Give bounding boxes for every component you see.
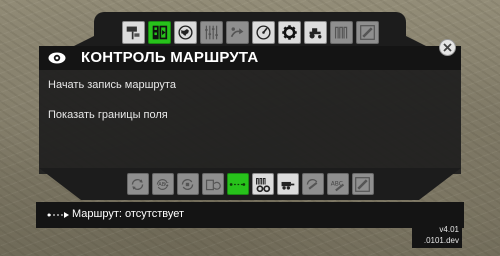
tractor-icon[interactable] (303, 20, 327, 44)
trailer-icon[interactable] (276, 173, 299, 195)
gear-icon[interactable] (277, 20, 301, 44)
abc-cycle-icon[interactable]: ABC (151, 173, 174, 195)
route-control-panel: КОНТРОЛЬ МАРШРУТА Начать запись маршрута… (39, 39, 461, 174)
settings-swath-icon[interactable] (251, 173, 274, 195)
field-edit-icon[interactable] (301, 173, 324, 195)
version-line-1: v4.01 (439, 225, 459, 234)
edit-icon[interactable] (355, 20, 379, 44)
page-title: КОНТРОЛЬ МАРШРУТА (81, 49, 259, 66)
version-line-2: .0101.dev (423, 236, 459, 245)
globe-icon[interactable] (173, 20, 197, 44)
title-bar: КОНТРОЛЬ МАРШРУТА (39, 46, 461, 70)
sliders-icon[interactable] (199, 20, 223, 44)
route-line-icon[interactable] (226, 173, 249, 195)
route-arrows-icon[interactable] (225, 20, 249, 44)
close-icon (443, 43, 452, 52)
start-route-recording-item[interactable]: Начать запись маршрута (48, 79, 176, 91)
route-status-text: Маршрут: отсутствует (72, 208, 185, 220)
abc-edit-icon[interactable]: ABC (326, 173, 349, 195)
swath-icon[interactable] (329, 20, 353, 44)
bottom-tab-bar: ABC ABC (39, 168, 461, 200)
eye-icon[interactable] (48, 52, 66, 64)
status-bar: Маршрут: отсутствует (36, 202, 464, 228)
field-record-icon[interactable] (147, 20, 171, 44)
close-button[interactable] (439, 39, 456, 56)
field-cycle-icon[interactable] (201, 173, 224, 195)
show-field-borders-item[interactable]: Показать границы поля (48, 109, 168, 121)
top-tab-bar (54, 12, 446, 56)
route-sign-icon[interactable] (121, 20, 145, 44)
version-label: v4.01 .0101.dev (412, 222, 462, 248)
svg-text:ABC: ABC (158, 182, 169, 188)
edit-icon[interactable] (351, 173, 374, 195)
gauge-icon[interactable] (251, 20, 275, 44)
cycle-arrows-icon[interactable] (176, 173, 199, 195)
route-dots-icon (47, 212, 69, 218)
cycle-icon[interactable] (126, 173, 149, 195)
